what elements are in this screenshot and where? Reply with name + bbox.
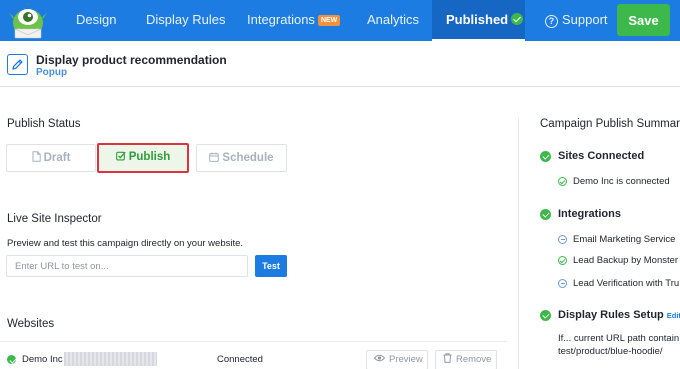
display-rule-value: test/product/blue-hoodie/	[558, 346, 663, 357]
schedule-label: Schedule	[222, 152, 274, 164]
integration-check-icon	[558, 256, 567, 265]
new-badge: NEW	[317, 15, 341, 26]
live-site-inspector-heading: Live Site Inspector	[7, 213, 102, 225]
integration-item: Lead Verification with Tru	[573, 278, 680, 289]
tab-support[interactable]: ? Support	[545, 0, 608, 41]
integration-item: Email Marketing Service	[573, 234, 676, 245]
display-rules-check-icon	[540, 310, 551, 321]
pencil-icon[interactable]	[7, 54, 28, 75]
trash-icon	[443, 353, 452, 363]
connected-check-icon	[7, 355, 16, 364]
preview-label: Preview	[389, 354, 423, 365]
tab-integrations-label: Integrations	[247, 12, 315, 27]
website-name: Demo Inc	[22, 354, 63, 365]
document-icon	[32, 151, 41, 162]
calendar-icon	[209, 152, 220, 162]
display-rule-condition: If... current URL path contain	[558, 333, 680, 344]
summary-divider	[518, 118, 519, 369]
tab-support-label: Support	[562, 12, 608, 27]
minus-circle-icon	[558, 235, 567, 244]
question-icon: ?	[545, 15, 558, 28]
remove-button[interactable]: Remove	[435, 350, 497, 369]
tab-display-rules[interactable]: Display Rules	[146, 0, 225, 41]
edit-display-rules-link[interactable]: Edit	[667, 311, 680, 320]
sites-connected-heading: Sites Connected	[558, 150, 645, 162]
save-button[interactable]: Save	[617, 4, 670, 36]
main-content	[0, 88, 680, 369]
site-connected-item: Demo Inc is connected	[573, 176, 670, 187]
checkbox-icon	[115, 151, 126, 161]
tab-published[interactable]: Published	[432, 0, 525, 41]
summary-heading: Campaign Publish Summary	[540, 118, 680, 130]
sites-check-icon	[540, 151, 551, 162]
display-rules-heading-label: Display Rules Setup	[558, 309, 664, 321]
test-button[interactable]: Test	[255, 255, 287, 277]
site-check-icon	[558, 177, 567, 186]
integrations-heading: Integrations	[558, 208, 621, 220]
monster-logo-icon[interactable]	[5, 3, 51, 39]
publish-status-heading: Publish Status	[7, 118, 81, 130]
websites-heading: Websites	[7, 318, 55, 330]
website-status: Connected	[217, 354, 263, 365]
campaign-title: Display product recommendation	[36, 53, 227, 67]
redacted-domain	[64, 352, 157, 366]
tab-integrations[interactable]: Integrations NEW	[247, 0, 341, 41]
websites-divider	[0, 341, 507, 342]
display-rules-heading: Display Rules Setup Edit	[558, 309, 680, 321]
remove-label: Remove	[456, 354, 492, 365]
eye-icon	[373, 354, 386, 362]
publish-label: Publish	[128, 151, 171, 163]
draft-button[interactable]: Draft	[6, 144, 96, 172]
inspector-description: Preview and test this campaign directly …	[7, 238, 244, 249]
schedule-button[interactable]: Schedule	[196, 144, 287, 172]
draft-label: Draft	[43, 152, 71, 164]
minus-circle-icon	[558, 279, 567, 288]
integrations-check-icon	[540, 209, 551, 220]
url-test-input[interactable]	[6, 255, 248, 277]
tab-analytics[interactable]: Analytics	[367, 0, 419, 41]
integration-item: Lead Backup by Monster	[573, 255, 679, 266]
check-circle-icon	[511, 13, 524, 25]
publish-button[interactable]: Publish	[97, 143, 189, 173]
preview-button[interactable]: Preview	[366, 350, 428, 369]
top-nav: Design Display Rules Integrations NEW Ana…	[0, 0, 680, 41]
tab-design[interactable]: Design	[76, 0, 116, 41]
campaign-type: Popup	[36, 67, 68, 78]
tab-published-label: Published	[446, 12, 509, 27]
